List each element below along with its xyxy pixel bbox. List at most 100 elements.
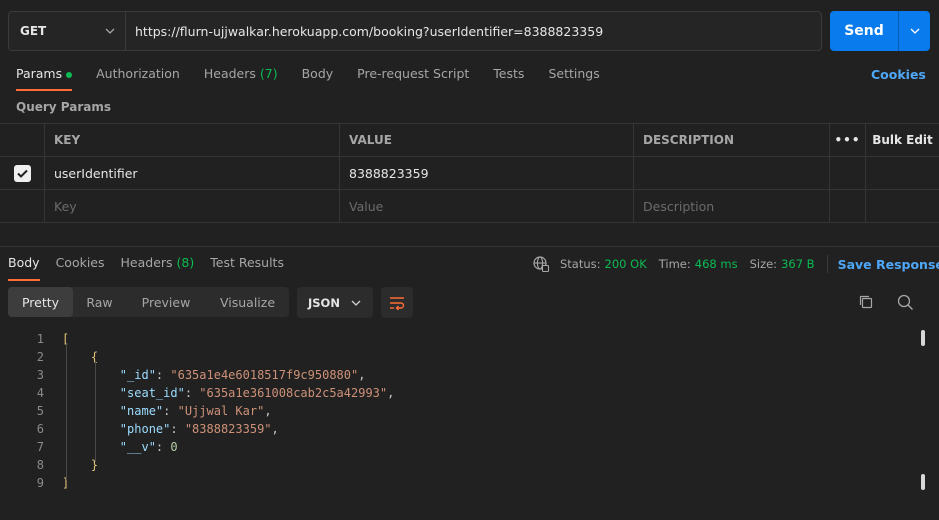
code-line: 3 "_id": "635a1e4e6018517f9c950880", (0, 366, 939, 384)
view-pretty[interactable]: Pretty (8, 287, 73, 317)
time-value[interactable]: 468 ms (695, 257, 738, 271)
tab-body[interactable]: Body (302, 65, 334, 91)
tab-tests[interactable]: Tests (493, 65, 524, 91)
line-number: 4 (36, 386, 44, 400)
code-line: 1 [ (0, 330, 939, 348)
view-visualize[interactable]: Visualize (206, 287, 289, 317)
bulk-edit-button[interactable]: Bulk Edit (866, 124, 939, 156)
json-comma: , (387, 386, 395, 400)
size-label: Size: (749, 257, 778, 271)
line-number: 9 (36, 476, 44, 490)
code-line: 9 ] (0, 474, 939, 492)
view-preview[interactable]: Preview (126, 287, 206, 317)
json-key: "name" (119, 404, 164, 418)
json-value: "8388823359" (184, 422, 272, 436)
code-line: 6 "phone": "8388823359", (0, 420, 939, 438)
code-line: 7 "__v": 0 (0, 438, 939, 456)
line-number: 5 (36, 404, 44, 418)
indent-guide (95, 362, 96, 462)
wrap-lines-button[interactable] (381, 287, 413, 318)
method-label: GET (20, 24, 47, 38)
status-label: Status: (560, 257, 601, 271)
json-value: 0 (170, 440, 178, 454)
column-header-value: VALUE (340, 124, 634, 156)
url-input[interactable]: https://flurn-ujjwalkar.herokuapp.com/bo… (126, 12, 821, 50)
new-key-field[interactable]: Key (45, 190, 340, 222)
response-body-editor[interactable]: 1 [ 2 { 3 "_id": "635a1e4e6018517f9c9508… (0, 330, 939, 492)
query-params-title: Query Params (16, 100, 112, 114)
json-comma: , (264, 404, 272, 418)
globe-icon[interactable] (532, 255, 550, 273)
json-key: "phone" (119, 422, 171, 436)
more-options-icon[interactable]: ••• (830, 124, 866, 156)
send-button-group: Send (830, 11, 930, 51)
tab-headers-label: Headers (203, 66, 256, 81)
params-active-dot-icon (66, 71, 73, 78)
json-value: "635a1e4e6018517f9c950880" (170, 368, 359, 382)
format-select[interactable]: JSON (297, 287, 373, 318)
send-button[interactable]: Send (830, 11, 899, 51)
json-comma: , (271, 422, 279, 436)
cookies-link[interactable]: Cookies (871, 67, 926, 82)
pane-divider[interactable] (0, 246, 939, 247)
tab-headers[interactable]: Headers (7) (204, 65, 278, 91)
row-bulk-cell (866, 190, 939, 222)
tab-settings[interactable]: Settings (548, 65, 599, 91)
code-text: "_id": "635a1e4e6018517f9c950880", (119, 368, 366, 382)
line-number: 8 (36, 458, 44, 472)
line-number: 7 (36, 440, 44, 454)
tab-response-cookies[interactable]: Cookies (56, 255, 105, 281)
send-options-button[interactable] (899, 11, 930, 51)
tab-params-label: Params (16, 66, 63, 81)
table-header-row: KEY VALUE DESCRIPTION ••• Bulk Edit (0, 123, 939, 157)
param-checkbox[interactable] (13, 164, 31, 182)
param-description-field[interactable] (634, 157, 830, 189)
view-raw[interactable]: Raw (73, 287, 126, 317)
copy-icon[interactable] (858, 294, 874, 310)
param-value-field[interactable]: 8388823359 (340, 157, 634, 189)
tab-response-body[interactable]: Body (8, 255, 40, 281)
search-icon[interactable] (897, 294, 914, 311)
tab-response-headers[interactable]: Headers (8) (121, 255, 195, 281)
code-text: { (62, 350, 98, 364)
code-line: 5 "name": "Ujjwal Kar", (0, 402, 939, 420)
vertical-scrollbar-end[interactable] (921, 474, 925, 490)
line-number: 1 (36, 332, 44, 346)
row-more-cell (830, 190, 866, 222)
chevron-down-icon (105, 28, 115, 34)
save-response-label: Save Response (837, 256, 939, 272)
url-bar: GET https://flurn-ujjwalkar.herokuapp.co… (8, 11, 822, 51)
request-tabs: Params Authorization Headers (7) Body Pr… (16, 65, 624, 91)
column-header-key: KEY (45, 124, 340, 156)
new-description-field[interactable]: Description (634, 190, 830, 222)
method-select[interactable]: GET (9, 12, 126, 50)
tab-test-results[interactable]: Test Results (210, 255, 284, 281)
tab-pre-request-script[interactable]: Pre-request Script (357, 65, 469, 91)
json-value: "Ujjwal Kar" (177, 404, 265, 418)
tab-authorization[interactable]: Authorization (96, 65, 180, 91)
save-response-button[interactable]: Save Response (838, 257, 939, 272)
row-bulk-cell (866, 157, 939, 189)
response-tabs: Body Cookies Headers (8) Test Results (8, 255, 300, 281)
line-number: 3 (36, 368, 44, 382)
response-status-bar: Status: 200 OK Time: 468 ms Size: 367 B … (532, 255, 939, 273)
status-value: 200 OK (604, 257, 647, 271)
query-params-table: KEY VALUE DESCRIPTION ••• Bulk Edit user… (0, 123, 939, 223)
wrap-lines-icon (390, 296, 405, 310)
param-checkbox-cell (0, 157, 45, 189)
row-more-cell (830, 157, 866, 189)
tab-response-headers-count: (8) (176, 255, 195, 270)
new-value-field[interactable]: Value (340, 190, 634, 222)
code-text: } (62, 458, 98, 472)
json-value: "635a1e361008cab2c5a42993" (199, 386, 388, 400)
format-label: JSON (308, 295, 340, 310)
json-key: "seat_id" (119, 386, 185, 400)
tab-response-headers-label: Headers (120, 255, 173, 270)
param-key-field[interactable]: userIdentifier (45, 157, 340, 189)
vertical-scrollbar[interactable] (921, 330, 925, 346)
json-key: "_id" (119, 368, 156, 382)
code-text: "seat_id": "635a1e361008cab2c5a42993", (119, 386, 395, 400)
size-value[interactable]: 367 B (781, 257, 815, 271)
check-icon (16, 169, 28, 178)
tab-params[interactable]: Params (16, 65, 73, 91)
